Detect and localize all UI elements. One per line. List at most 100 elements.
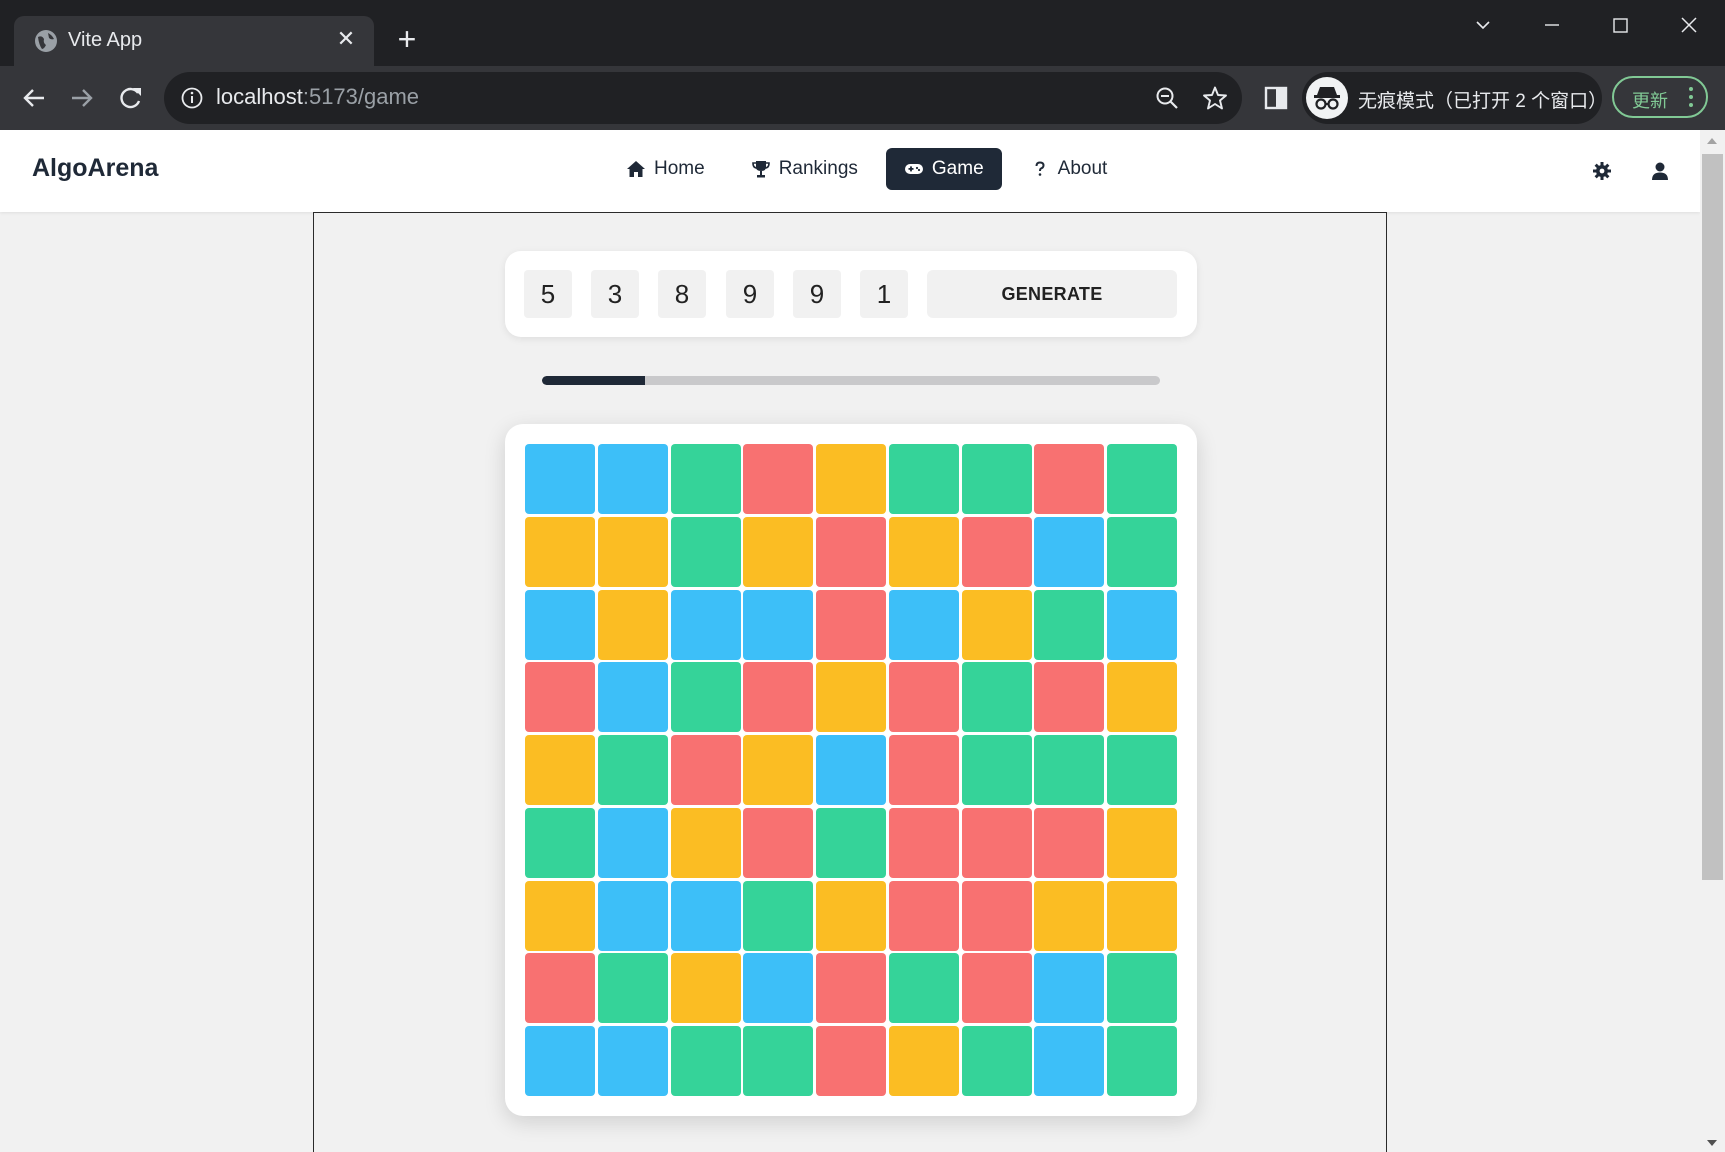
nav-game[interactable]: Game xyxy=(885,148,1002,190)
grid-tile[interactable] xyxy=(670,1026,741,1096)
grid-tile[interactable] xyxy=(670,735,741,805)
grid-tile[interactable] xyxy=(888,880,959,951)
grid-tile[interactable] xyxy=(961,807,1032,878)
scroll-up-arrow-icon[interactable] xyxy=(1707,138,1717,144)
grid-tile[interactable] xyxy=(1107,662,1177,733)
nav-home[interactable]: Home xyxy=(608,148,723,190)
grid-tile[interactable] xyxy=(1034,444,1105,514)
nav-rankings[interactable]: Rankings xyxy=(733,148,876,190)
grid-tile[interactable] xyxy=(888,444,959,514)
grid-tile[interactable] xyxy=(597,589,668,660)
grid-tile[interactable] xyxy=(597,444,668,514)
grid-tile[interactable] xyxy=(1107,1026,1177,1096)
grid-tile[interactable] xyxy=(597,807,668,878)
grid-tile[interactable] xyxy=(525,735,595,805)
grid-tile[interactable] xyxy=(670,444,741,514)
grid-tile[interactable] xyxy=(816,807,886,878)
grid-tile[interactable] xyxy=(1107,444,1177,514)
grid-tile[interactable] xyxy=(1034,735,1105,805)
close-window-icon[interactable] xyxy=(1666,8,1712,44)
grid-tile[interactable] xyxy=(888,807,959,878)
brand-logo[interactable]: AlgoArena xyxy=(32,154,158,183)
grid-tile[interactable] xyxy=(816,953,886,1024)
grid-tile[interactable] xyxy=(670,807,741,878)
grid-tile[interactable] xyxy=(816,662,886,733)
incognito-indicator[interactable]: 无痕模式（已打开 2 个窗口） xyxy=(1302,72,1607,124)
grid-tile[interactable] xyxy=(888,589,959,660)
bookmark-star-icon[interactable] xyxy=(1202,85,1228,111)
grid-tile[interactable] xyxy=(961,735,1032,805)
grid-tile[interactable] xyxy=(525,662,595,733)
grid-tile[interactable] xyxy=(961,662,1032,733)
grid-tile[interactable] xyxy=(816,589,886,660)
back-arrow-icon[interactable] xyxy=(18,82,50,114)
side-panel-icon[interactable] xyxy=(1262,84,1290,112)
maximize-icon[interactable] xyxy=(1597,8,1643,44)
grid-tile[interactable] xyxy=(525,516,595,587)
grid-tile[interactable] xyxy=(1107,953,1177,1024)
grid-tile[interactable] xyxy=(961,1026,1032,1096)
grid-tile[interactable] xyxy=(1107,589,1177,660)
grid-tile[interactable] xyxy=(961,516,1032,587)
grid-tile[interactable] xyxy=(961,953,1032,1024)
grid-tile[interactable] xyxy=(1107,735,1177,805)
grid-tile[interactable] xyxy=(597,735,668,805)
grid-tile[interactable] xyxy=(961,880,1032,951)
grid-tile[interactable] xyxy=(525,807,595,878)
grid-tile[interactable] xyxy=(743,1026,814,1096)
page-scrollbar[interactable] xyxy=(1700,130,1725,1152)
reload-icon[interactable] xyxy=(114,82,146,114)
settings-gear-icon[interactable] xyxy=(1591,160,1613,182)
zoom-icon[interactable] xyxy=(1154,85,1180,111)
grid-tile[interactable] xyxy=(670,880,741,951)
grid-tile[interactable] xyxy=(670,516,741,587)
site-info-icon[interactable] xyxy=(180,86,204,110)
grid-tile[interactable] xyxy=(888,516,959,587)
grid-tile[interactable] xyxy=(1034,880,1105,951)
grid-tile[interactable] xyxy=(743,589,814,660)
grid-tile[interactable] xyxy=(525,953,595,1024)
nav-about[interactable]: About xyxy=(1012,148,1126,190)
grid-tile[interactable] xyxy=(1034,953,1105,1024)
grid-tile[interactable] xyxy=(670,662,741,733)
grid-tile[interactable] xyxy=(743,880,814,951)
grid-tile[interactable] xyxy=(743,953,814,1024)
grid-tile[interactable] xyxy=(816,1026,886,1096)
scroll-thumb[interactable] xyxy=(1702,154,1723,880)
grid-tile[interactable] xyxy=(597,516,668,587)
grid-tile[interactable] xyxy=(961,589,1032,660)
browser-tab[interactable]: Vite App ✕ xyxy=(14,16,374,66)
grid-tile[interactable] xyxy=(597,953,668,1024)
grid-tile[interactable] xyxy=(525,589,595,660)
scroll-down-arrow-icon[interactable] xyxy=(1707,1140,1717,1146)
grid-tile[interactable] xyxy=(525,444,595,514)
generate-button[interactable]: GENERATE xyxy=(927,270,1177,318)
grid-tile[interactable] xyxy=(1034,516,1105,587)
grid-tile[interactable] xyxy=(670,589,741,660)
grid-tile[interactable] xyxy=(1107,807,1177,878)
grid-tile[interactable] xyxy=(743,735,814,805)
minimize-icon[interactable] xyxy=(1529,8,1575,44)
grid-tile[interactable] xyxy=(888,662,959,733)
grid-tile[interactable] xyxy=(888,953,959,1024)
grid-tile[interactable] xyxy=(816,444,886,514)
grid-tile[interactable] xyxy=(743,516,814,587)
grid-tile[interactable] xyxy=(525,880,595,951)
grid-tile[interactable] xyxy=(1034,807,1105,878)
grid-tile[interactable] xyxy=(961,444,1032,514)
grid-tile[interactable] xyxy=(743,662,814,733)
url-text[interactable]: localhost:5173/game xyxy=(216,84,419,110)
user-icon[interactable] xyxy=(1649,160,1671,182)
grid-tile[interactable] xyxy=(1034,589,1105,660)
new-tab-button[interactable]: + xyxy=(390,22,424,56)
grid-tile[interactable] xyxy=(1107,880,1177,951)
tab-close-icon[interactable]: ✕ xyxy=(332,25,360,53)
grid-tile[interactable] xyxy=(670,953,741,1024)
tab-search-chevron-icon[interactable] xyxy=(1460,8,1506,44)
grid-tile[interactable] xyxy=(743,444,814,514)
grid-tile[interactable] xyxy=(597,662,668,733)
more-menu-icon[interactable] xyxy=(1688,86,1694,110)
grid-tile[interactable] xyxy=(525,1026,595,1096)
forward-arrow-icon[interactable] xyxy=(66,82,98,114)
grid-tile[interactable] xyxy=(816,516,886,587)
